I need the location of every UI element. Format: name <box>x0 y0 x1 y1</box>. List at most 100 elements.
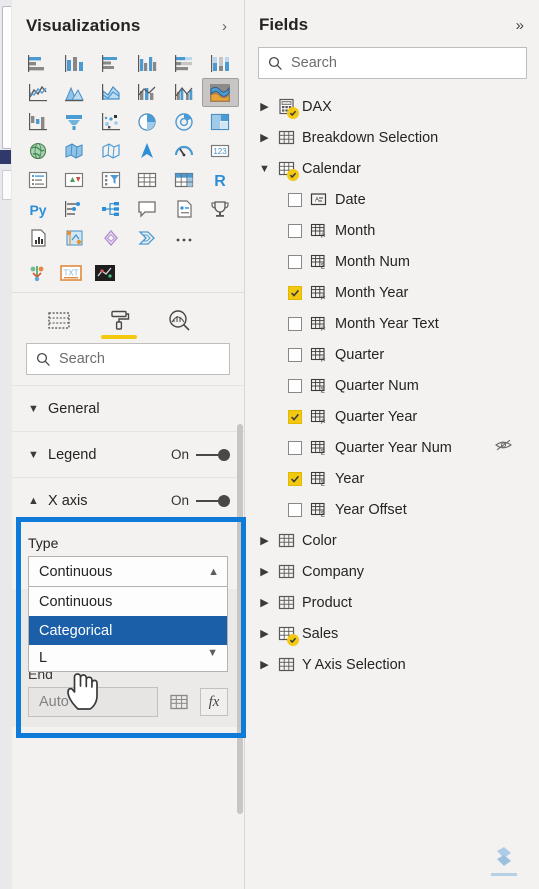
tab-analytics[interactable] <box>160 303 198 339</box>
field-node-month-num[interactable]: Σ Month Num <box>246 246 539 277</box>
tab-fields[interactable] <box>40 303 78 339</box>
gauge-icon[interactable] <box>166 137 202 164</box>
decomposition-tree-icon[interactable] <box>93 195 129 222</box>
stacked-area-chart-icon[interactable] <box>93 79 129 106</box>
hundred-percent-stacked-bar-chart-icon[interactable] <box>166 50 202 77</box>
waterfall-chart-icon[interactable] <box>20 108 56 135</box>
dropdown-partial-row[interactable]: L ▼ <box>29 645 227 671</box>
chevron-right-icon[interactable]: ▶ <box>258 596 271 609</box>
end-input[interactable]: Auto <box>28 687 158 717</box>
chevron-right-icon[interactable]: ▶ <box>258 658 271 671</box>
custom-visual-txt-icon[interactable]: TXT <box>58 261 84 285</box>
custom-visual-drill-down-icon[interactable] <box>24 261 50 285</box>
field-node-month[interactable]: fx Month <box>246 215 539 246</box>
field-node-month-year[interactable]: fx Month Year <box>246 277 539 308</box>
paginated-report-icon[interactable] <box>20 224 56 251</box>
table-icon[interactable] <box>130 166 166 193</box>
fields-search-input[interactable]: Search <box>258 47 527 79</box>
chevron-right-icon[interactable]: ▶ <box>258 100 271 113</box>
python-visual-icon[interactable]: Py <box>20 195 56 222</box>
field-checkbox[interactable] <box>288 347 302 362</box>
chevron-right-icon[interactable]: › <box>219 18 230 35</box>
area-chart-icon[interactable] <box>57 79 93 106</box>
more-options-icon[interactable] <box>166 224 202 251</box>
dropdown-option-continuous[interactable]: Continuous <box>29 587 227 616</box>
charticulator-icon[interactable] <box>130 224 166 251</box>
field-checkbox[interactable] <box>288 378 302 393</box>
field-checkbox[interactable] <box>288 285 302 300</box>
double-chevron-right-icon[interactable]: » <box>516 17 525 34</box>
format-section-legend[interactable]: ▼ Legend On <box>12 431 244 477</box>
clustered-bar-chart-icon[interactable] <box>93 50 129 77</box>
field-checkbox[interactable] <box>288 223 302 238</box>
table-node-y-axis-selection[interactable]: ▶ Y Axis Selection <box>246 649 539 680</box>
chevron-right-icon[interactable]: ▶ <box>258 131 271 144</box>
pie-chart-icon[interactable] <box>130 108 166 135</box>
format-section-general[interactable]: ▼ General <box>12 385 244 431</box>
hundred-percent-stacked-column-chart-icon[interactable] <box>203 50 239 77</box>
field-node-quarter-year-num[interactable]: Σ Quarter Year Num <box>246 432 539 463</box>
table-node-product[interactable]: ▶ Product <box>246 587 539 618</box>
ribbon-chart-icon[interactable] <box>201 78 239 107</box>
dropdown-option-categorical[interactable]: Categorical <box>29 616 227 645</box>
tab-format[interactable] <box>100 303 138 339</box>
end-fx-button[interactable]: fx <box>200 688 228 716</box>
format-search-input[interactable]: Search <box>26 343 230 375</box>
multi-row-card-icon[interactable] <box>20 166 56 193</box>
donut-chart-icon[interactable] <box>166 108 202 135</box>
field-node-quarter-year[interactable]: fx Quarter Year <box>246 401 539 432</box>
chevron-right-icon[interactable]: ▶ <box>258 627 271 640</box>
custom-visual-dark-chart-icon[interactable] <box>92 261 118 285</box>
shape-map-icon[interactable] <box>93 137 129 164</box>
clustered-column-chart-icon[interactable] <box>130 50 166 77</box>
field-checkbox[interactable] <box>288 440 302 455</box>
field-checkbox[interactable] <box>288 502 302 517</box>
legend-toggle[interactable]: On <box>171 447 230 462</box>
arcgis-map-icon[interactable] <box>130 137 166 164</box>
table-node-dax[interactable]: ▶ DAX <box>246 91 539 122</box>
stacked-bar-chart-icon[interactable] <box>20 50 56 77</box>
type-combobox[interactable]: Continuous ▲ <box>28 556 228 587</box>
hidden-field-eye-icon[interactable] <box>494 438 513 457</box>
x-axis-toggle[interactable]: On <box>171 493 230 508</box>
power-apps-icon[interactable] <box>57 224 93 251</box>
r-script-visual-icon[interactable]: R <box>203 166 239 193</box>
key-influencers-icon[interactable] <box>57 195 93 222</box>
scatter-chart-icon[interactable] <box>93 108 129 135</box>
power-automate-icon[interactable] <box>93 224 129 251</box>
field-node-year[interactable]: Σ Year <box>246 463 539 494</box>
matrix-icon[interactable] <box>166 166 202 193</box>
table-node-color[interactable]: ▶ Color <box>246 525 539 556</box>
qna-icon[interactable] <box>130 195 166 222</box>
kpi-icon[interactable] <box>57 166 93 193</box>
format-section-x-axis[interactable]: ▲ X axis On <box>12 477 244 523</box>
card-icon[interactable]: 123 <box>203 137 239 164</box>
table-node-breakdown-selection[interactable]: ▶ Breakdown Selection <box>246 122 539 153</box>
scrollbar-thumb[interactable] <box>237 424 243 814</box>
chevron-right-icon[interactable]: ▶ <box>258 565 271 578</box>
field-checkbox[interactable] <box>288 192 302 207</box>
x-axis-toggle-switch[interactable] <box>196 494 230 507</box>
stacked-column-chart-icon[interactable] <box>57 50 93 77</box>
chevron-down-icon[interactable]: ▼ <box>258 163 271 175</box>
field-node-date[interactable]: A Date <box>246 184 539 215</box>
field-node-quarter-num[interactable]: Σ Quarter Num <box>246 370 539 401</box>
treemap-icon[interactable] <box>203 108 239 135</box>
field-node-month-year-text[interactable]: fx Month Year Text <box>246 308 539 339</box>
line-chart-icon[interactable] <box>20 79 56 106</box>
funnel-chart-icon[interactable] <box>57 108 93 135</box>
legend-toggle-switch[interactable] <box>196 448 230 461</box>
table-node-sales[interactable]: ▶ Sales <box>246 618 539 649</box>
field-checkbox[interactable] <box>288 409 302 424</box>
table-node-company[interactable]: ▶ Company <box>246 556 539 587</box>
filled-map-icon[interactable] <box>57 137 93 164</box>
field-checkbox[interactable] <box>288 316 302 331</box>
line-clustered-column-chart-icon[interactable] <box>166 79 202 106</box>
smart-narrative-icon[interactable] <box>166 195 202 222</box>
metrics-icon[interactable] <box>203 195 239 222</box>
line-stacked-column-chart-icon[interactable] <box>130 79 166 106</box>
field-checkbox[interactable] <box>288 471 302 486</box>
field-checkbox[interactable] <box>288 254 302 269</box>
field-node-year-offset[interactable]: Σ Year Offset <box>246 494 539 525</box>
field-node-quarter[interactable]: fx Quarter <box>246 339 539 370</box>
